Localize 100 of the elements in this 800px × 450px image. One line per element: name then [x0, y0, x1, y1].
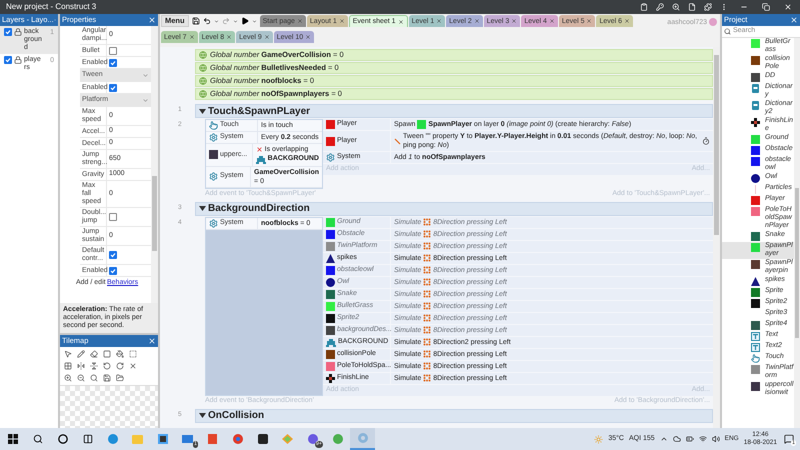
- lock-icon[interactable]: [14, 28, 22, 36]
- dictionary-icon: [750, 84, 760, 92]
- cloud-icon[interactable]: [672, 435, 681, 443]
- clipboard-icon[interactable]: [640, 3, 648, 11]
- restore-icon[interactable]: [762, 3, 770, 11]
- puzzle-icon[interactable]: [704, 3, 712, 11]
- close-icon[interactable]: [548, 18, 555, 24]
- save-icon[interactable]: [192, 17, 200, 25]
- shapes-icon: [282, 434, 293, 444]
- group-header[interactable]: BackgroundDirection: [195, 202, 713, 216]
- play-icon[interactable]: [240, 17, 249, 25]
- office-icon: [208, 434, 217, 444]
- undo-icon[interactable]: [202, 17, 211, 25]
- mirror-icon[interactable]: [77, 362, 85, 370]
- clear-icon[interactable]: [129, 362, 137, 370]
- chrome-icon: [232, 434, 242, 444]
- caret-icon: [142, 97, 149, 104]
- zoom-out-icon[interactable]: [77, 374, 85, 382]
- property-checkbox[interactable]: [109, 46, 117, 54]
- group-title: Touch&SpawnPLayer: [208, 104, 310, 118]
- caret-icon[interactable]: [232, 18, 238, 24]
- search-icon: [32, 434, 42, 444]
- eraser-tool-icon[interactable]: [90, 350, 98, 358]
- close-icon[interactable]: [264, 34, 270, 40]
- close-icon[interactable]: [305, 34, 312, 40]
- globe-icon: [199, 90, 207, 98]
- property-checkbox[interactable]: [109, 213, 117, 221]
- circle-icon: [58, 434, 68, 444]
- property-checkbox[interactable]: [109, 251, 117, 259]
- close-icon[interactable]: [188, 34, 195, 40]
- key-icon[interactable]: [656, 3, 664, 11]
- close-icon[interactable]: [474, 18, 480, 24]
- timer-icon: [702, 137, 710, 145]
- rotate-left-icon[interactable]: [103, 362, 111, 370]
- group-header[interactable]: Touch&SpawnPLayer: [195, 104, 713, 118]
- group-title: BackgroundDirection: [208, 202, 310, 216]
- caret-icon[interactable]: [252, 18, 257, 24]
- dotted-grid-icon: [423, 314, 432, 322]
- close-icon[interactable]: [338, 18, 345, 24]
- shopping-bag-icon: [158, 434, 168, 444]
- wifi-icon[interactable]: [698, 435, 707, 443]
- close-icon[interactable]: [398, 18, 404, 24]
- tween-icon: [394, 138, 401, 144]
- checker-icon: [326, 374, 335, 382]
- globe-icon: [199, 64, 207, 72]
- lock-icon[interactable]: [14, 56, 22, 64]
- property-checkbox[interactable]: [109, 58, 117, 66]
- dotted-grid-icon: [423, 242, 432, 250]
- expand-triangle-icon[interactable]: [199, 412, 206, 419]
- scrollbar[interactable]: [713, 47, 720, 428]
- tiles-icon: [326, 338, 336, 346]
- touch-icon: [209, 121, 218, 130]
- group-header[interactable]: OnCollision: [195, 408, 713, 422]
- close-icon[interactable]: [436, 18, 442, 24]
- scrollbar[interactable]: [794, 38, 800, 428]
- expand-triangle-icon[interactable]: [199, 108, 206, 114]
- pointer-tool-icon[interactable]: [64, 350, 72, 358]
- flip-icon[interactable]: [90, 362, 98, 370]
- property-checkbox[interactable]: [109, 266, 117, 274]
- rotate-right-icon[interactable]: [116, 362, 124, 370]
- tiles-icon: [256, 154, 266, 164]
- tile-icon[interactable]: [64, 362, 72, 370]
- rectangle-tool-icon[interactable]: [103, 350, 111, 358]
- window-title: New project - Construct 3: [6, 1, 96, 13]
- settings-icon: [209, 218, 218, 228]
- property-checkbox[interactable]: [109, 84, 117, 92]
- selection-tool-icon[interactable]: [129, 350, 137, 358]
- dotted-grid-icon: [423, 278, 432, 286]
- fill-tool-icon[interactable]: [116, 350, 124, 358]
- dotted-grid-icon: [423, 338, 432, 346]
- search-icon: [724, 28, 731, 35]
- text-icon: [750, 332, 760, 340]
- browser-icon: [108, 434, 118, 444]
- close-icon[interactable]: [586, 18, 592, 24]
- task-view-icon: [82, 434, 92, 444]
- visibility-checkbox[interactable]: [4, 28, 12, 36]
- settings-icon: [209, 133, 218, 142]
- zoom-in-icon[interactable]: [64, 374, 72, 382]
- document-icon[interactable]: [688, 3, 696, 11]
- pencil-tool-icon[interactable]: [77, 350, 85, 358]
- chat-icon: [308, 434, 318, 444]
- folder-icon[interactable]: [116, 374, 124, 382]
- volume-icon[interactable]: [712, 435, 720, 443]
- dotted-grid-icon: [423, 218, 432, 226]
- caret-icon[interactable]: [214, 18, 219, 24]
- zoom-icon[interactable]: [90, 374, 98, 382]
- folder-icon: [132, 434, 143, 444]
- chevron-up-icon[interactable]: [660, 435, 668, 443]
- construct-icon: [358, 433, 368, 443]
- battery-icon[interactable]: [686, 435, 694, 443]
- close-icon[interactable]: [624, 18, 630, 24]
- color-swatch-icon: [417, 120, 426, 129]
- dotted-grid-icon: [423, 254, 432, 262]
- expand-triangle-icon[interactable]: [199, 205, 206, 212]
- dotted-grid-icon: [423, 290, 432, 298]
- text-icon: [750, 342, 760, 352]
- visibility-checkbox[interactable]: [4, 56, 12, 64]
- close-icon[interactable]: [511, 18, 518, 24]
- close-icon[interactable]: [226, 34, 232, 40]
- save-icon[interactable]: [103, 374, 111, 382]
